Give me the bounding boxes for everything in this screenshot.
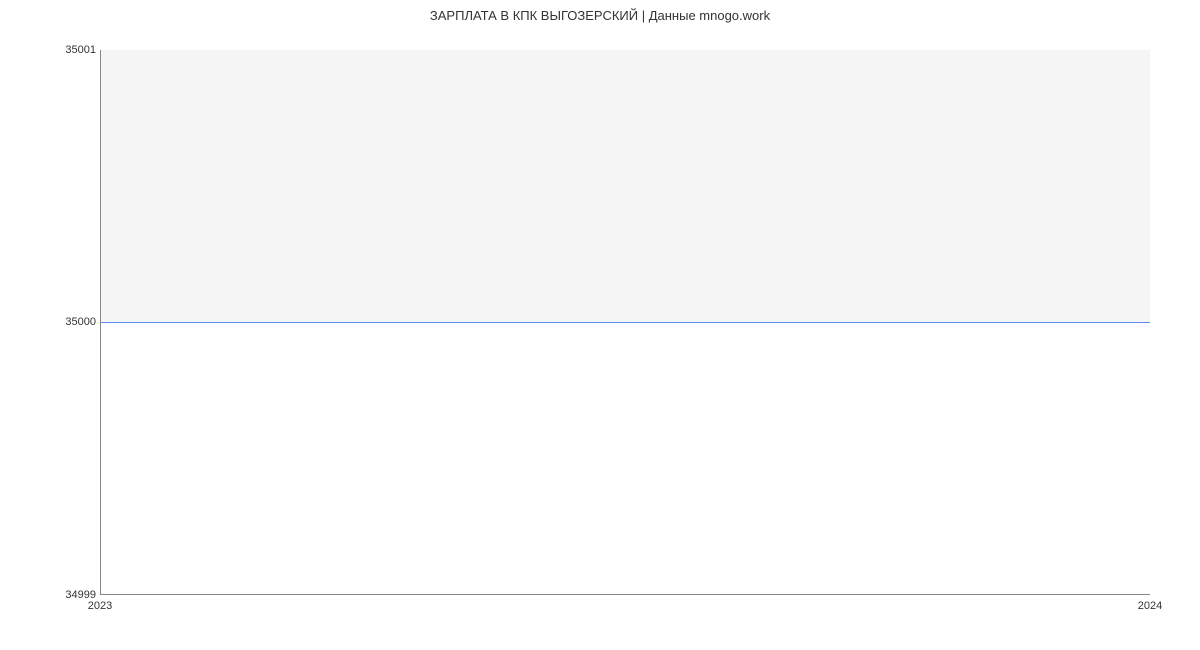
x-tick-label: 2024 [1138,600,1162,612]
y-tick-label: 35001 [65,44,96,56]
shaded-region [101,50,1150,322]
plot-area [100,50,1150,595]
x-tick-label: 2023 [88,600,112,612]
chart-title: ЗАРПЛАТА В КПК ВЫГОЗЕРСКИЙ | Данные mnog… [0,8,1200,23]
data-line [101,322,1150,323]
y-tick-label: 35000 [65,316,96,328]
chart-container: ЗАРПЛАТА В КПК ВЫГОЗЕРСКИЙ | Данные mnog… [0,0,1200,650]
